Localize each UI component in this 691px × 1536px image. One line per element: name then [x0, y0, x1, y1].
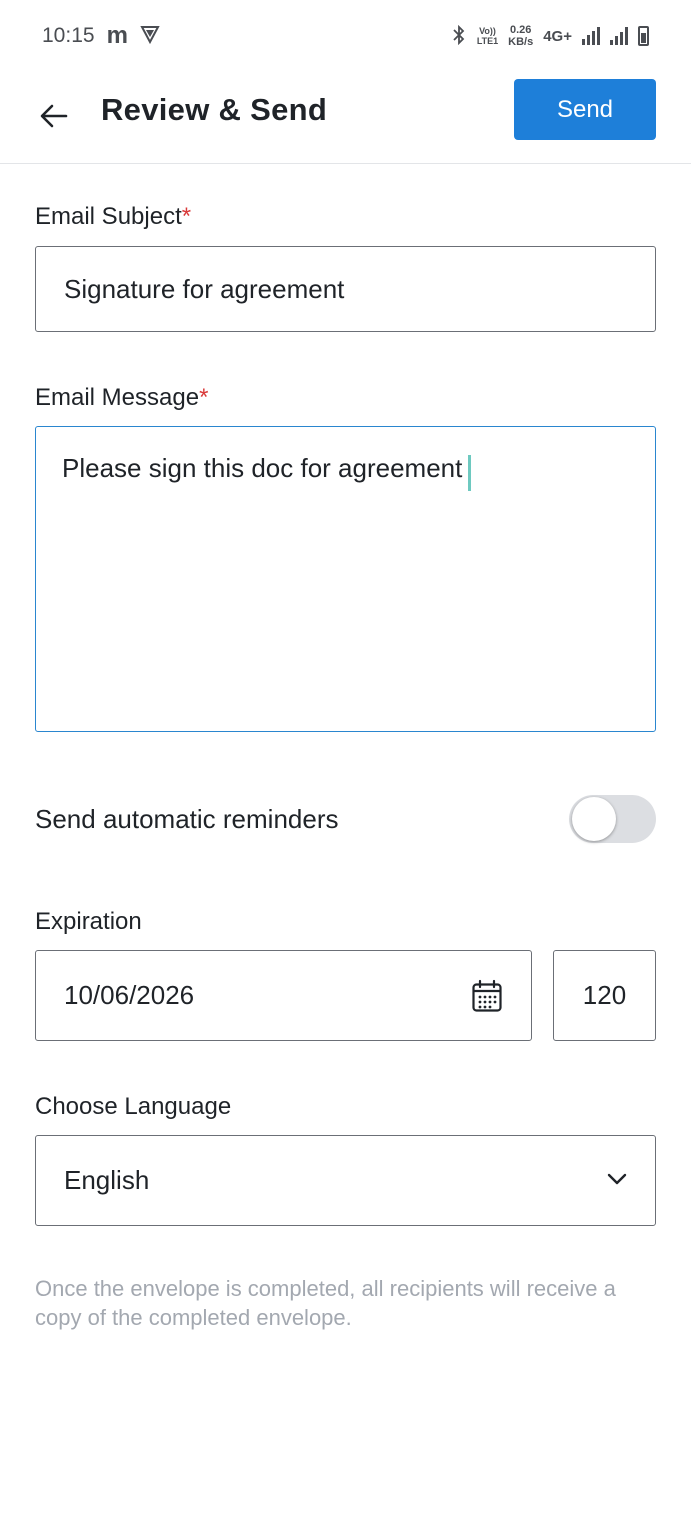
speed-unit: KB/s [508, 36, 534, 48]
reminders-row: Send automatic reminders [35, 790, 656, 848]
completion-footnote: Once the envelope is completed, all reci… [35, 1276, 616, 1330]
email-message-label-text: Email Message [35, 384, 200, 411]
status-right: Vo)) LTE1 0.26 KB/s 4G+ [451, 24, 649, 48]
expiration-label: Expiration [35, 908, 142, 935]
expiration-days-input[interactable]: 120 [553, 950, 656, 1041]
email-subject-label: Email Subject* [35, 202, 191, 232]
status-left: 10:15 m [42, 24, 160, 48]
email-message-value: Please sign this doc for agreement [62, 453, 463, 483]
calendar-icon[interactable] [471, 979, 503, 1013]
bluetooth-icon [451, 24, 467, 48]
page-title: Review & Send [101, 92, 328, 127]
toggle-knob [572, 797, 616, 841]
reminders-toggle[interactable] [569, 795, 656, 843]
expiration-date-input[interactable]: 10/06/2026 [35, 950, 532, 1041]
network-type: 4G+ [543, 27, 572, 45]
email-subject-label-text: Email Subject [35, 203, 182, 230]
volte-bottom: LTE1 [476, 36, 499, 46]
signal-strength-icon-2 [610, 27, 628, 45]
required-asterisk: * [181, 203, 192, 230]
email-message-textarea[interactable]: Please sign this doc for agreement [35, 426, 656, 732]
volte-indicator: Vo)) LTE1 [477, 26, 498, 46]
expiration-days-value: 120 [582, 980, 627, 1010]
battery-icon [638, 26, 649, 46]
email-subject-value: Signature for agreement [64, 273, 345, 304]
required-asterisk: * [199, 384, 209, 411]
chevron-down-icon [607, 1172, 627, 1190]
app-header: Review & Send Send [0, 72, 691, 164]
language-label: Choose Language [35, 1093, 232, 1120]
expiration-date-value: 10/06/2026 [64, 980, 195, 1010]
language-select[interactable]: English [35, 1135, 656, 1226]
language-value: English [64, 1165, 150, 1195]
arrow-left-icon [40, 104, 68, 128]
speed-value: 0.26 [509, 24, 532, 36]
network-speed: 0.26 KB/s [508, 24, 533, 48]
signal-strength-icon-1 [582, 27, 600, 45]
status-time: 10:15 [42, 24, 95, 47]
text-cursor [468, 454, 472, 491]
send-button[interactable]: Send [514, 79, 656, 140]
status-bar: 10:15 m Vo)) LTE1 0.26 KB/s 4G+ [0, 0, 691, 72]
email-subject-input[interactable]: Signature for agreement [35, 246, 656, 332]
app-notification-icon: m [106, 22, 128, 49]
back-button[interactable] [30, 92, 78, 140]
volte-top: Vo)) [479, 26, 496, 36]
reminders-label: Send automatic reminders [35, 803, 339, 834]
email-message-label: Email Message* [35, 383, 208, 413]
shield-vpn-icon [140, 24, 160, 48]
